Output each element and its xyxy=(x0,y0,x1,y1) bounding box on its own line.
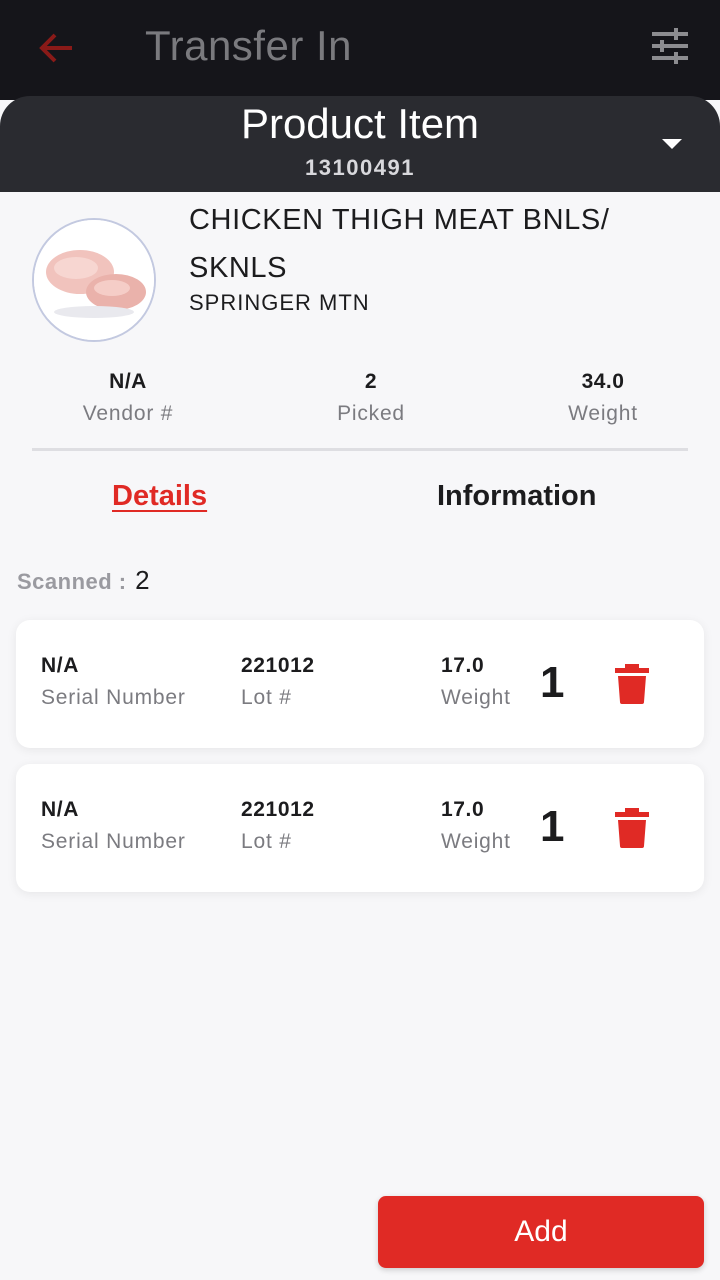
divider xyxy=(32,448,688,451)
scanned-count: Scanned : 2 xyxy=(17,565,150,596)
serial-column: N/A Serial Number xyxy=(41,654,186,710)
serial-value: N/A xyxy=(41,654,79,677)
arrow-left-icon xyxy=(39,33,72,63)
tab-information[interactable]: Information xyxy=(437,480,597,513)
add-button[interactable]: Add xyxy=(378,1196,704,1268)
lot-column: 221012 Lot # xyxy=(241,798,315,854)
stat-value: 2 xyxy=(364,370,378,393)
filter-button[interactable] xyxy=(650,26,694,70)
weight-label: Weight xyxy=(441,830,511,853)
product-brand: SPRINGER MTN xyxy=(189,290,370,315)
stat-weight: 34.0 Weight xyxy=(503,370,703,426)
lot-value: 221012 xyxy=(241,798,315,821)
weight-value: 17.0 xyxy=(441,654,485,677)
stat-label: Vendor # xyxy=(82,402,174,425)
scanned-label: Scanned : xyxy=(17,569,127,594)
app-bar: Transfer In xyxy=(0,0,720,100)
product-dropdown-toggle[interactable] xyxy=(660,136,684,152)
page-title: Transfer In xyxy=(145,22,353,69)
weight-value: 17.0 xyxy=(441,798,485,821)
weight-column: 17.0 Weight xyxy=(441,798,511,854)
back-button[interactable] xyxy=(34,26,78,70)
trash-icon xyxy=(615,664,649,704)
stat-value: N/A xyxy=(109,370,147,393)
product-header-title: Product Item xyxy=(240,100,480,147)
stat-label: Weight xyxy=(568,402,638,425)
quantity: 1 xyxy=(540,658,565,707)
tab-details[interactable]: Details xyxy=(112,480,207,513)
caret-down-icon xyxy=(662,139,682,149)
stat-label: Picked xyxy=(337,402,405,425)
product-image xyxy=(32,218,156,342)
chicken-thigh-image xyxy=(34,220,154,340)
scanned-value: 2 xyxy=(135,565,150,595)
lot-column: 221012 Lot # xyxy=(241,654,315,710)
serial-column: N/A Serial Number xyxy=(41,798,186,854)
weight-label: Weight xyxy=(441,686,511,709)
delete-button[interactable] xyxy=(615,664,649,704)
delete-button[interactable] xyxy=(615,808,649,848)
sliders-icon xyxy=(652,28,688,64)
serial-label: Serial Number xyxy=(41,686,186,709)
stat-picked: 2 Picked xyxy=(271,370,471,426)
product-code: 13100491 xyxy=(305,155,415,180)
stat-value: 34.0 xyxy=(581,370,625,393)
trash-icon xyxy=(615,808,649,848)
quantity: 1 xyxy=(540,802,565,851)
scanned-item-card: N/A Serial Number 221012 Lot # 17.0 Weig… xyxy=(16,764,704,892)
scanned-item-card: N/A Serial Number 221012 Lot # 17.0 Weig… xyxy=(16,620,704,748)
serial-value: N/A xyxy=(41,798,79,821)
serial-label: Serial Number xyxy=(41,830,186,853)
stat-vendor: N/A Vendor # xyxy=(28,370,228,426)
weight-column: 17.0 Weight xyxy=(441,654,511,710)
lot-value: 221012 xyxy=(241,654,315,677)
lot-label: Lot # xyxy=(241,686,292,709)
product-name: CHICKEN THIGH MEAT BNLS/ SKNLS xyxy=(189,204,610,284)
lot-label: Lot # xyxy=(241,830,292,853)
